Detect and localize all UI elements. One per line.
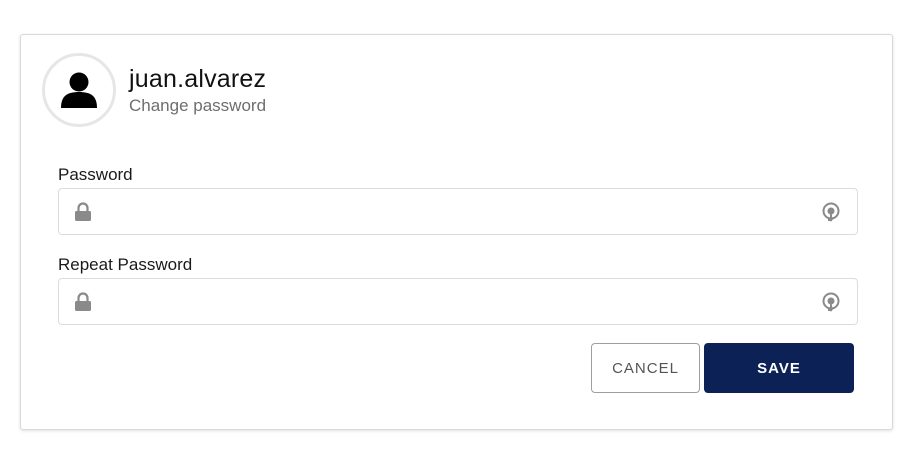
username-title: juan.alvarez	[129, 65, 267, 93]
reveal-password-icon[interactable]	[821, 291, 841, 313]
repeat-password-field-container	[58, 278, 858, 325]
user-icon	[61, 72, 97, 108]
password-field-container	[58, 188, 858, 235]
change-password-card: juan.alvarez Change password Password Re…	[20, 34, 893, 430]
repeat-password-label: Repeat Password	[58, 255, 193, 274]
password-label: Password	[58, 165, 133, 184]
reveal-password-icon[interactable]	[821, 201, 841, 223]
password-input[interactable]	[105, 189, 805, 234]
lock-icon	[75, 292, 91, 311]
repeat-password-input[interactable]	[105, 279, 805, 324]
avatar	[42, 53, 116, 127]
save-button[interactable]: SAVE	[704, 343, 854, 393]
page-subtitle: Change password	[129, 96, 267, 115]
cancel-button[interactable]: CANCEL	[591, 343, 700, 393]
lock-icon	[75, 202, 91, 221]
